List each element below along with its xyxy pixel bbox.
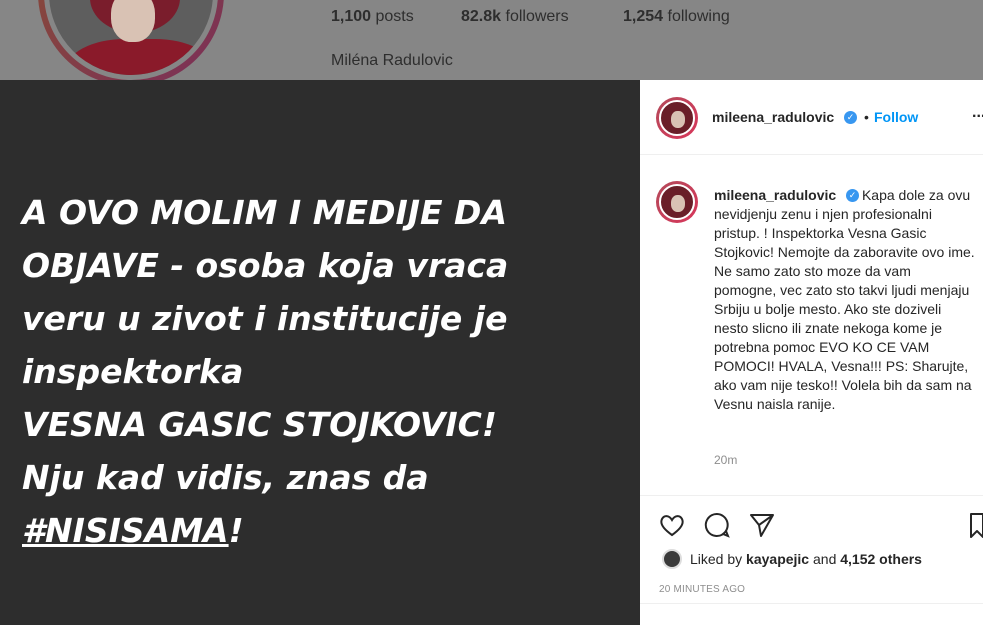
story-line: A OVO MOLIM I MEDIJE DA <box>22 193 507 232</box>
actions-divider <box>640 495 983 496</box>
hashtag-suffix: ! <box>228 511 244 550</box>
heart-icon[interactable] <box>658 511 686 539</box>
story-line: Nju kad vidis, znas da <box>22 458 429 497</box>
following-stat[interactable]: 1,254 following <box>623 8 730 26</box>
post-author-username[interactable]: mileena_radulovic <box>712 109 834 125</box>
story-line: VESNA GASIC STOJKOVIC! <box>22 405 497 444</box>
following-label: following <box>667 8 730 25</box>
caption-timestamp: 20m <box>714 453 738 467</box>
liked-by-others[interactable]: 4,152 others <box>840 551 922 567</box>
post-image-text: A OVO MOLIM I MEDIJE DA OBJAVE - osoba k… <box>22 186 622 557</box>
followers-stat[interactable]: 82.8k followers <box>461 8 569 26</box>
story-hashtag-line: #NISISAMA! <box>22 504 622 557</box>
share-icon[interactable] <box>748 511 776 539</box>
story-line: inspektorka <box>22 352 244 391</box>
post-image[interactable]: A OVO MOLIM I MEDIJE DA OBJAVE - osoba k… <box>0 80 640 625</box>
likes-summary: Liked by kayapejic and 4,152 others <box>690 551 922 567</box>
caption-username[interactable]: mileena_radulovic <box>714 187 836 203</box>
comment-icon[interactable] <box>703 511 731 539</box>
follow-separator: • <box>864 109 869 125</box>
caption-author-avatar[interactable] <box>656 181 698 223</box>
liked-by-avatar[interactable] <box>662 549 682 569</box>
more-options-icon[interactable]: ... <box>972 104 983 122</box>
verified-icon: ✓ <box>844 111 857 124</box>
followers-count: 82.8k <box>461 8 502 25</box>
liked-by-user[interactable]: kayapejic <box>746 551 809 567</box>
posts-stat: 1,100 posts <box>331 8 414 26</box>
post-timestamp: 20 MINUTES AGO <box>659 584 746 595</box>
profile-avatar[interactable] <box>38 0 224 86</box>
story-line: OBJAVE - osoba koja vraca <box>22 246 509 285</box>
add-comment-area[interactable] <box>640 603 983 625</box>
posts-label: posts <box>375 8 414 25</box>
post-author-avatar[interactable] <box>656 97 698 139</box>
bookmark-icon[interactable] <box>966 511 983 539</box>
follow-button[interactable]: Follow <box>874 109 918 125</box>
profile-photo <box>44 0 218 80</box>
hashtag-link[interactable]: #NISISAMA <box>22 511 229 550</box>
post-caption: mileena_radulovic Kapa dole za ovu nevid… <box>714 186 976 414</box>
profile-header: 1,100 posts 82.8k followers 1,254 follow… <box>0 0 983 86</box>
liked-by-and: and <box>813 551 837 567</box>
story-line: veru u zivot i institucije je <box>22 299 508 338</box>
posts-count: 1,100 <box>331 8 372 25</box>
liked-by-prefix: Liked by <box>690 551 743 567</box>
following-count: 1,254 <box>623 8 664 25</box>
caption-text: Kapa dole za ovu nevidjenju zenu i njen … <box>714 187 975 412</box>
followers-label: followers <box>505 8 569 25</box>
profile-display-name: Miléna Radulovic <box>331 52 453 69</box>
